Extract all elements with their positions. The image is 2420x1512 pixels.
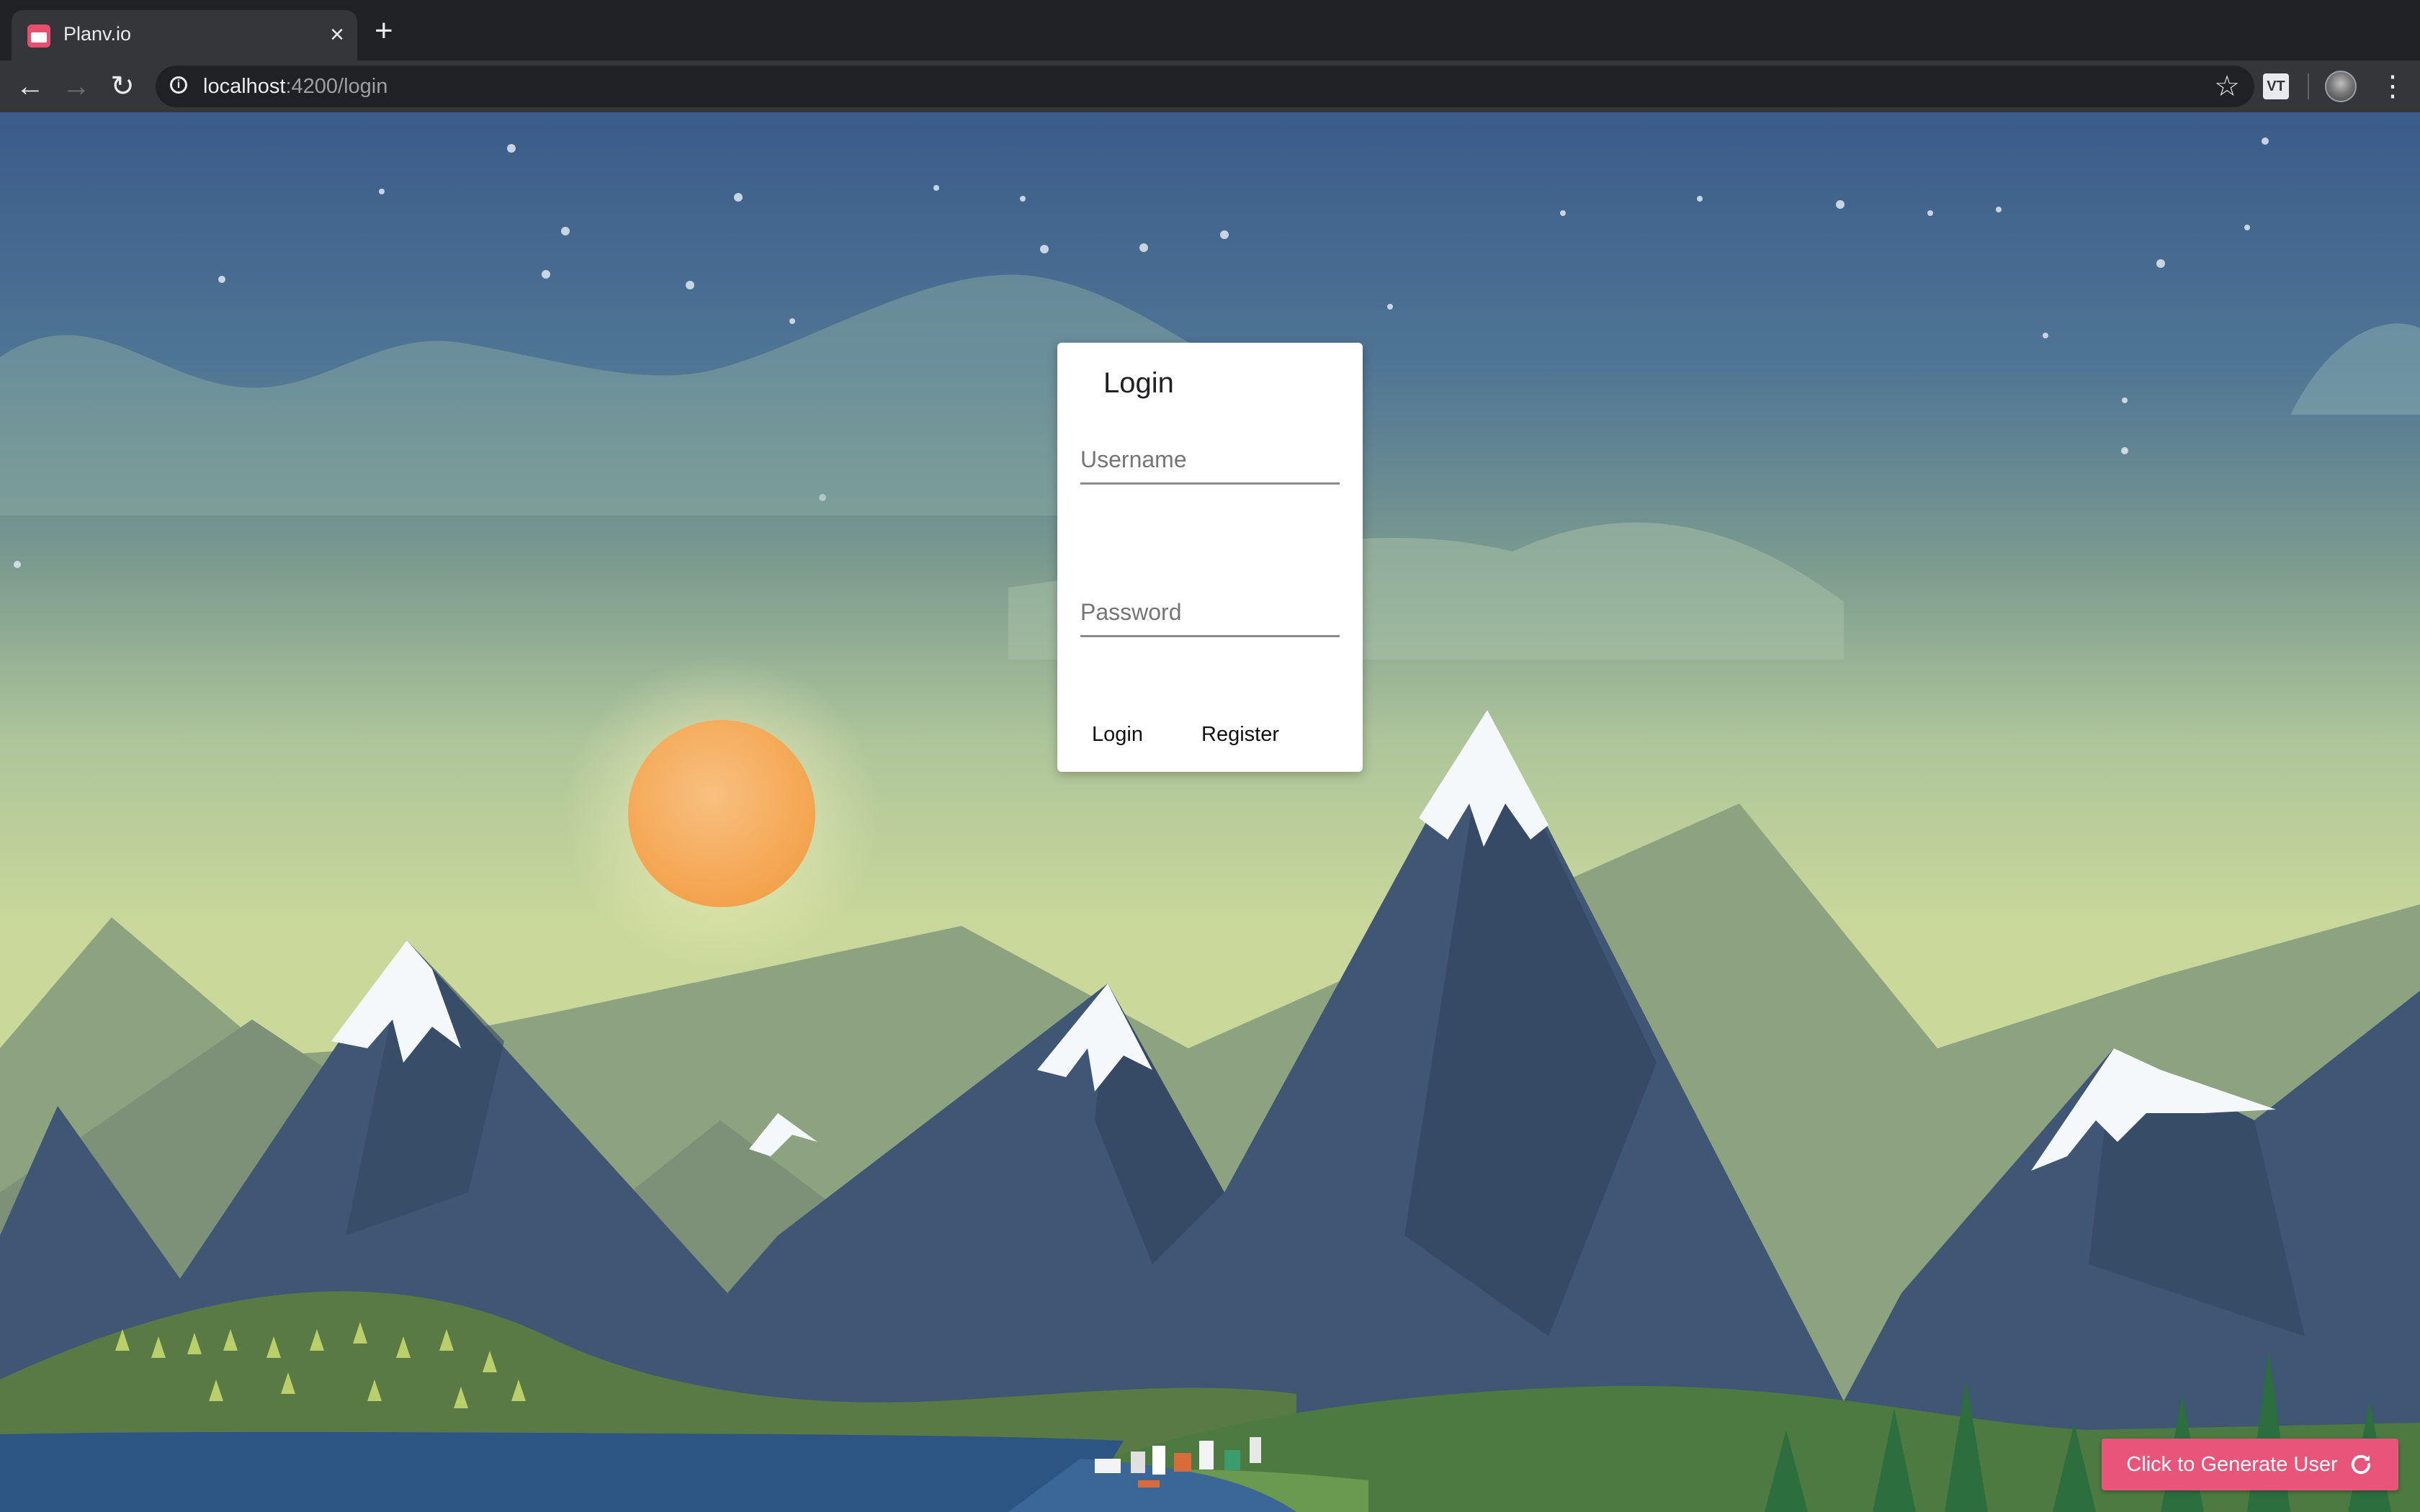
login-button[interactable]: Login bbox=[1080, 716, 1155, 754]
toolbar-divider bbox=[2308, 73, 2309, 99]
mountain-background bbox=[0, 112, 2420, 1512]
browser-toolbar: ← → ↻ i localhost:4200/login ☆ VT ⋮ bbox=[0, 60, 2420, 112]
close-icon[interactable]: × bbox=[330, 20, 344, 49]
back-arrow-icon[interactable]: ← bbox=[12, 68, 49, 105]
browser-tab-bar: Planv.io × + bbox=[0, 0, 2420, 60]
info-icon[interactable]: i bbox=[170, 76, 187, 94]
plus-icon[interactable]: + bbox=[375, 14, 393, 48]
star-icon[interactable]: ☆ bbox=[2214, 70, 2240, 103]
username-field bbox=[1080, 436, 1340, 488]
login-card: Login Login Register bbox=[1057, 343, 1363, 772]
login-page: Login Login Register bbox=[0, 112, 2420, 1512]
password-field bbox=[1080, 589, 1340, 641]
login-title: Login bbox=[1103, 367, 1174, 399]
browser-tab[interactable]: Planv.io × bbox=[12, 10, 357, 60]
avatar[interactable] bbox=[2325, 71, 2357, 102]
generate-user-label: Click to Generate User bbox=[2126, 1452, 2338, 1476]
tab-favicon-icon bbox=[27, 24, 50, 48]
refresh-icon bbox=[2351, 1454, 2370, 1475]
password-input[interactable] bbox=[1080, 589, 1340, 637]
kebab-menu-icon[interactable]: ⋮ bbox=[2378, 68, 2407, 105]
url-host: localhost bbox=[203, 75, 286, 98]
tab-title: Planv.io bbox=[63, 23, 132, 45]
username-input[interactable] bbox=[1080, 436, 1340, 485]
url-path: :4200/login bbox=[285, 75, 388, 98]
reload-icon[interactable]: ↻ bbox=[104, 68, 141, 105]
address-bar[interactable]: i localhost:4200/login ☆ bbox=[156, 66, 2254, 107]
extension-icon[interactable]: VT bbox=[2263, 73, 2289, 99]
register-button[interactable]: Register bbox=[1190, 716, 1291, 754]
forward-arrow-icon[interactable]: → bbox=[58, 68, 95, 105]
generate-user-button[interactable]: Click to Generate User bbox=[2102, 1439, 2398, 1490]
url-text[interactable]: localhost:4200/login bbox=[203, 75, 387, 99]
